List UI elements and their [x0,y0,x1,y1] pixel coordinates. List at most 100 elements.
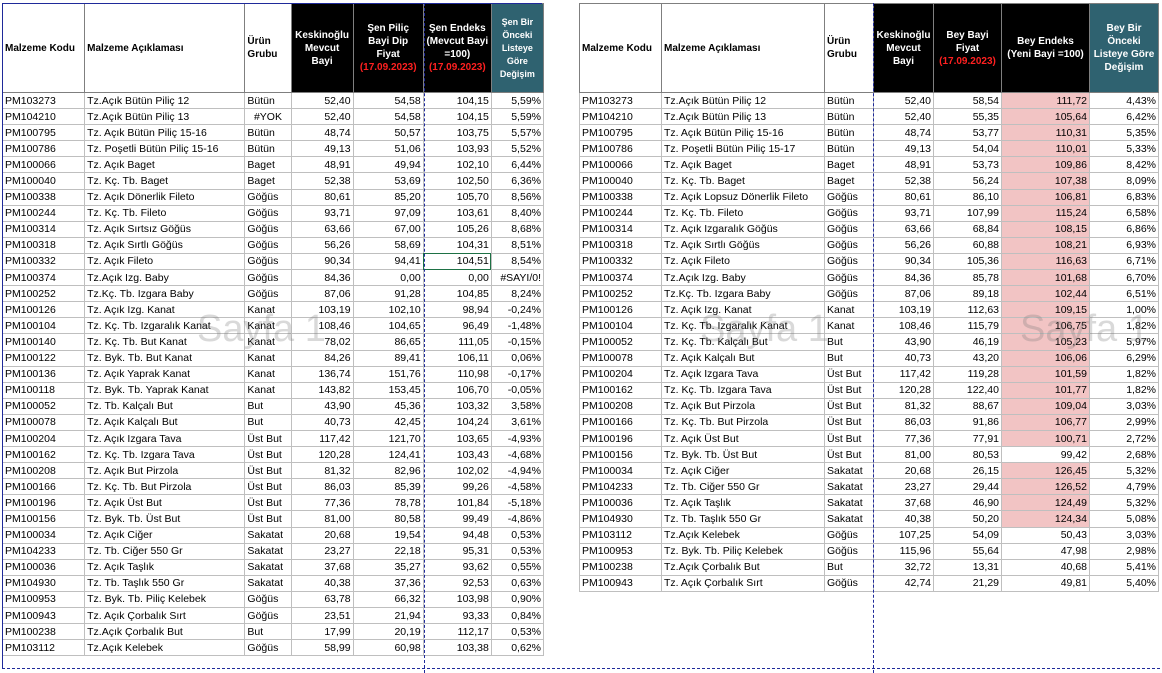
cell-urun-grubu[interactable]: Kanat [244,381,292,399]
cell-malzeme-aciklamasi[interactable]: Tz.Kç. Tb. Izgara Baby [661,285,825,303]
cell-mevcut-bayi[interactable]: 43,90 [290,397,354,415]
cell-malzeme-kodu[interactable]: PM100332 [1,252,86,271]
cell-degisim[interactable]: 8,51% [490,236,545,254]
cell-mevcut-bayi[interactable]: 87,06 [290,285,354,303]
cell-endeks[interactable]: 49,81 [1001,574,1090,592]
cell-endeks[interactable]: 103,38 [422,639,492,657]
cell-malzeme-aciklamasi[interactable]: Tz. Açık Kalçalı But [661,349,825,367]
cell-malzeme-aciklamasi[interactable]: Tz. Açık Üst But [84,494,246,512]
cell-malzeme-aciklamasi[interactable]: Tz. Açık Fileto [661,252,825,271]
cell-degisim[interactable]: 0,55% [490,558,545,576]
cell-degisim[interactable]: 3,03% [1089,397,1159,415]
cell-degisim[interactable]: 6,83% [1089,188,1159,206]
cell-bayi-fiyat[interactable]: 151,76 [352,365,424,383]
cell-urun-grubu[interactable]: Kanat [244,301,292,319]
cell-bayi-fiyat[interactable]: 121,70 [352,429,424,448]
cell-degisim[interactable]: 0,62% [490,639,545,657]
cell-bayi-fiyat[interactable]: 0,00 [352,269,424,287]
cell-urun-grubu[interactable]: But [244,397,292,415]
cell-endeks[interactable]: 95,31 [422,542,492,560]
cell-degisim[interactable]: 4,43% [1089,91,1159,110]
cell-mevcut-bayi[interactable]: 107,25 [873,526,934,544]
cell-mevcut-bayi[interactable]: 40,73 [873,349,934,367]
cell-malzeme-kodu[interactable]: PM104233 [1,542,86,560]
cell-malzeme-kodu[interactable]: PM103273 [1,91,86,110]
header-bey-bayi-fiyat[interactable]: Bey Bayi Fiyat (17.09.2023) [933,3,1002,93]
cell-urun-grubu[interactable]: Baget [244,172,292,190]
cell-endeks[interactable]: 126,52 [1001,478,1090,496]
cell-mevcut-bayi[interactable]: 52,38 [873,172,934,190]
cell-endeks[interactable]: 103,75 [422,124,492,142]
cell-bayi-fiyat[interactable]: 42,45 [352,413,424,431]
cell-malzeme-kodu[interactable]: PM100314 [1,220,86,238]
cell-urun-grubu[interactable]: Sakatat [824,462,874,480]
cell-endeks[interactable]: 47,98 [1001,542,1090,560]
cell-bayi-fiyat[interactable]: 50,57 [352,124,424,142]
cell-bayi-fiyat[interactable]: 85,78 [933,269,1002,287]
header-sen-endeks[interactable]: Şen Endeks (Mevcut Bayi =100) (17.09.202… [422,3,492,93]
cell-mevcut-bayi[interactable]: 40,73 [290,413,354,431]
cell-bayi-fiyat[interactable]: 53,73 [933,156,1002,174]
cell-malzeme-kodu[interactable]: PM100066 [1,156,86,174]
cell-mevcut-bayi[interactable]: 108,46 [290,317,354,335]
cell-endeks[interactable]: 103,43 [422,446,492,464]
cell-mevcut-bayi[interactable]: 90,34 [873,252,934,271]
cell-malzeme-kodu[interactable]: PM100314 [579,220,662,238]
cell-malzeme-kodu[interactable]: PM100252 [1,285,86,303]
cell-bayi-fiyat[interactable]: 94,41 [352,252,424,271]
cell-degisim[interactable]: 0,53% [490,526,545,544]
cell-malzeme-aciklamasi[interactable]: Tz. Açık Izgara Tava [84,429,246,448]
cell-degisim[interactable]: 2,68% [1089,446,1159,464]
cell-endeks[interactable]: 106,11 [422,349,492,367]
cell-degisim[interactable]: 0,90% [490,590,545,609]
cell-endeks[interactable]: 104,15 [422,91,492,110]
cell-malzeme-kodu[interactable]: PM100162 [1,446,86,464]
cell-malzeme-aciklamasi[interactable]: Tz. Açık Ciğer [84,526,246,544]
cell-endeks[interactable]: 110,01 [1001,140,1090,158]
cell-malzeme-kodu[interactable]: PM100040 [1,172,86,190]
cell-bayi-fiyat[interactable]: 35,27 [352,558,424,576]
cell-mevcut-bayi[interactable]: 17,99 [290,623,354,641]
cell-degisim[interactable]: 8,40% [490,204,545,222]
cell-malzeme-aciklamasi[interactable]: Tz. Tb. Ciğer 550 Gr [661,478,825,496]
cell-bayi-fiyat[interactable]: 26,15 [933,462,1002,480]
cell-mevcut-bayi[interactable]: 117,42 [873,365,934,383]
cell-malzeme-kodu[interactable]: PM100136 [1,365,86,383]
cell-mevcut-bayi[interactable]: 43,90 [873,333,934,351]
cell-degisim[interactable]: 5,52% [490,140,545,158]
cell-degisim[interactable]: 6,44% [490,156,545,174]
cell-mevcut-bayi[interactable]: 77,36 [290,494,354,512]
cell-bayi-fiyat[interactable]: 56,24 [933,172,1002,190]
cell-bayi-fiyat[interactable]: 50,20 [933,510,1002,528]
cell-bayi-fiyat[interactable]: 45,36 [352,397,424,415]
cell-malzeme-aciklamasi[interactable]: Tz. Byk. Tb. But Kanat [84,349,246,367]
cell-mevcut-bayi[interactable]: 37,68 [873,494,934,512]
cell-endeks[interactable]: 93,33 [422,606,492,625]
cell-bayi-fiyat[interactable]: 54,09 [933,526,1002,544]
cell-bayi-fiyat[interactable]: 86,10 [933,188,1002,206]
cell-degisim[interactable]: 5,57% [490,124,545,142]
cell-degisim[interactable]: 5,59% [490,108,545,126]
cell-endeks[interactable]: 109,86 [1001,156,1090,174]
header-bey-endeks[interactable]: Bey Endeks (Yeni Bayi =100) [1001,3,1090,93]
cell-malzeme-aciklamasi[interactable]: Tz.Açık Çorbalık But [84,623,246,641]
cell-malzeme-aciklamasi[interactable]: Tz. Kç. Tb. Izgaralık Kanat [661,317,825,335]
cell-urun-grubu[interactable]: But [244,623,292,641]
cell-urun-grubu[interactable]: But [824,558,874,576]
cell-malzeme-kodu[interactable]: PM100140 [1,333,86,351]
cell-degisim[interactable]: #SAYI/0! [490,269,545,287]
cell-endeks[interactable]: 92,53 [422,574,492,592]
cell-degisim[interactable]: 2,72% [1089,429,1159,448]
cell-malzeme-kodu[interactable]: PM100338 [1,188,86,206]
cell-mevcut-bayi[interactable]: 78,02 [290,333,354,351]
cell-malzeme-aciklamasi[interactable]: Tz. Tb. Kalçalı But [84,397,246,415]
cell-bayi-fiyat[interactable]: 46,90 [933,494,1002,512]
cell-malzeme-aciklamasi[interactable]: Tz.Açık Kelebek [84,639,246,657]
cell-urun-grubu[interactable]: But [824,333,874,351]
cell-urun-grubu[interactable]: Kanat [244,349,292,367]
cell-urun-grubu[interactable]: Sakatat [244,558,292,576]
cell-malzeme-kodu[interactable]: PM100104 [579,317,662,335]
cell-mevcut-bayi[interactable]: 81,00 [290,510,354,528]
cell-malzeme-aciklamasi[interactable]: Tz. Kç. Tb. Fileto [661,204,825,222]
cell-endeks[interactable]: 106,75 [1001,317,1090,335]
